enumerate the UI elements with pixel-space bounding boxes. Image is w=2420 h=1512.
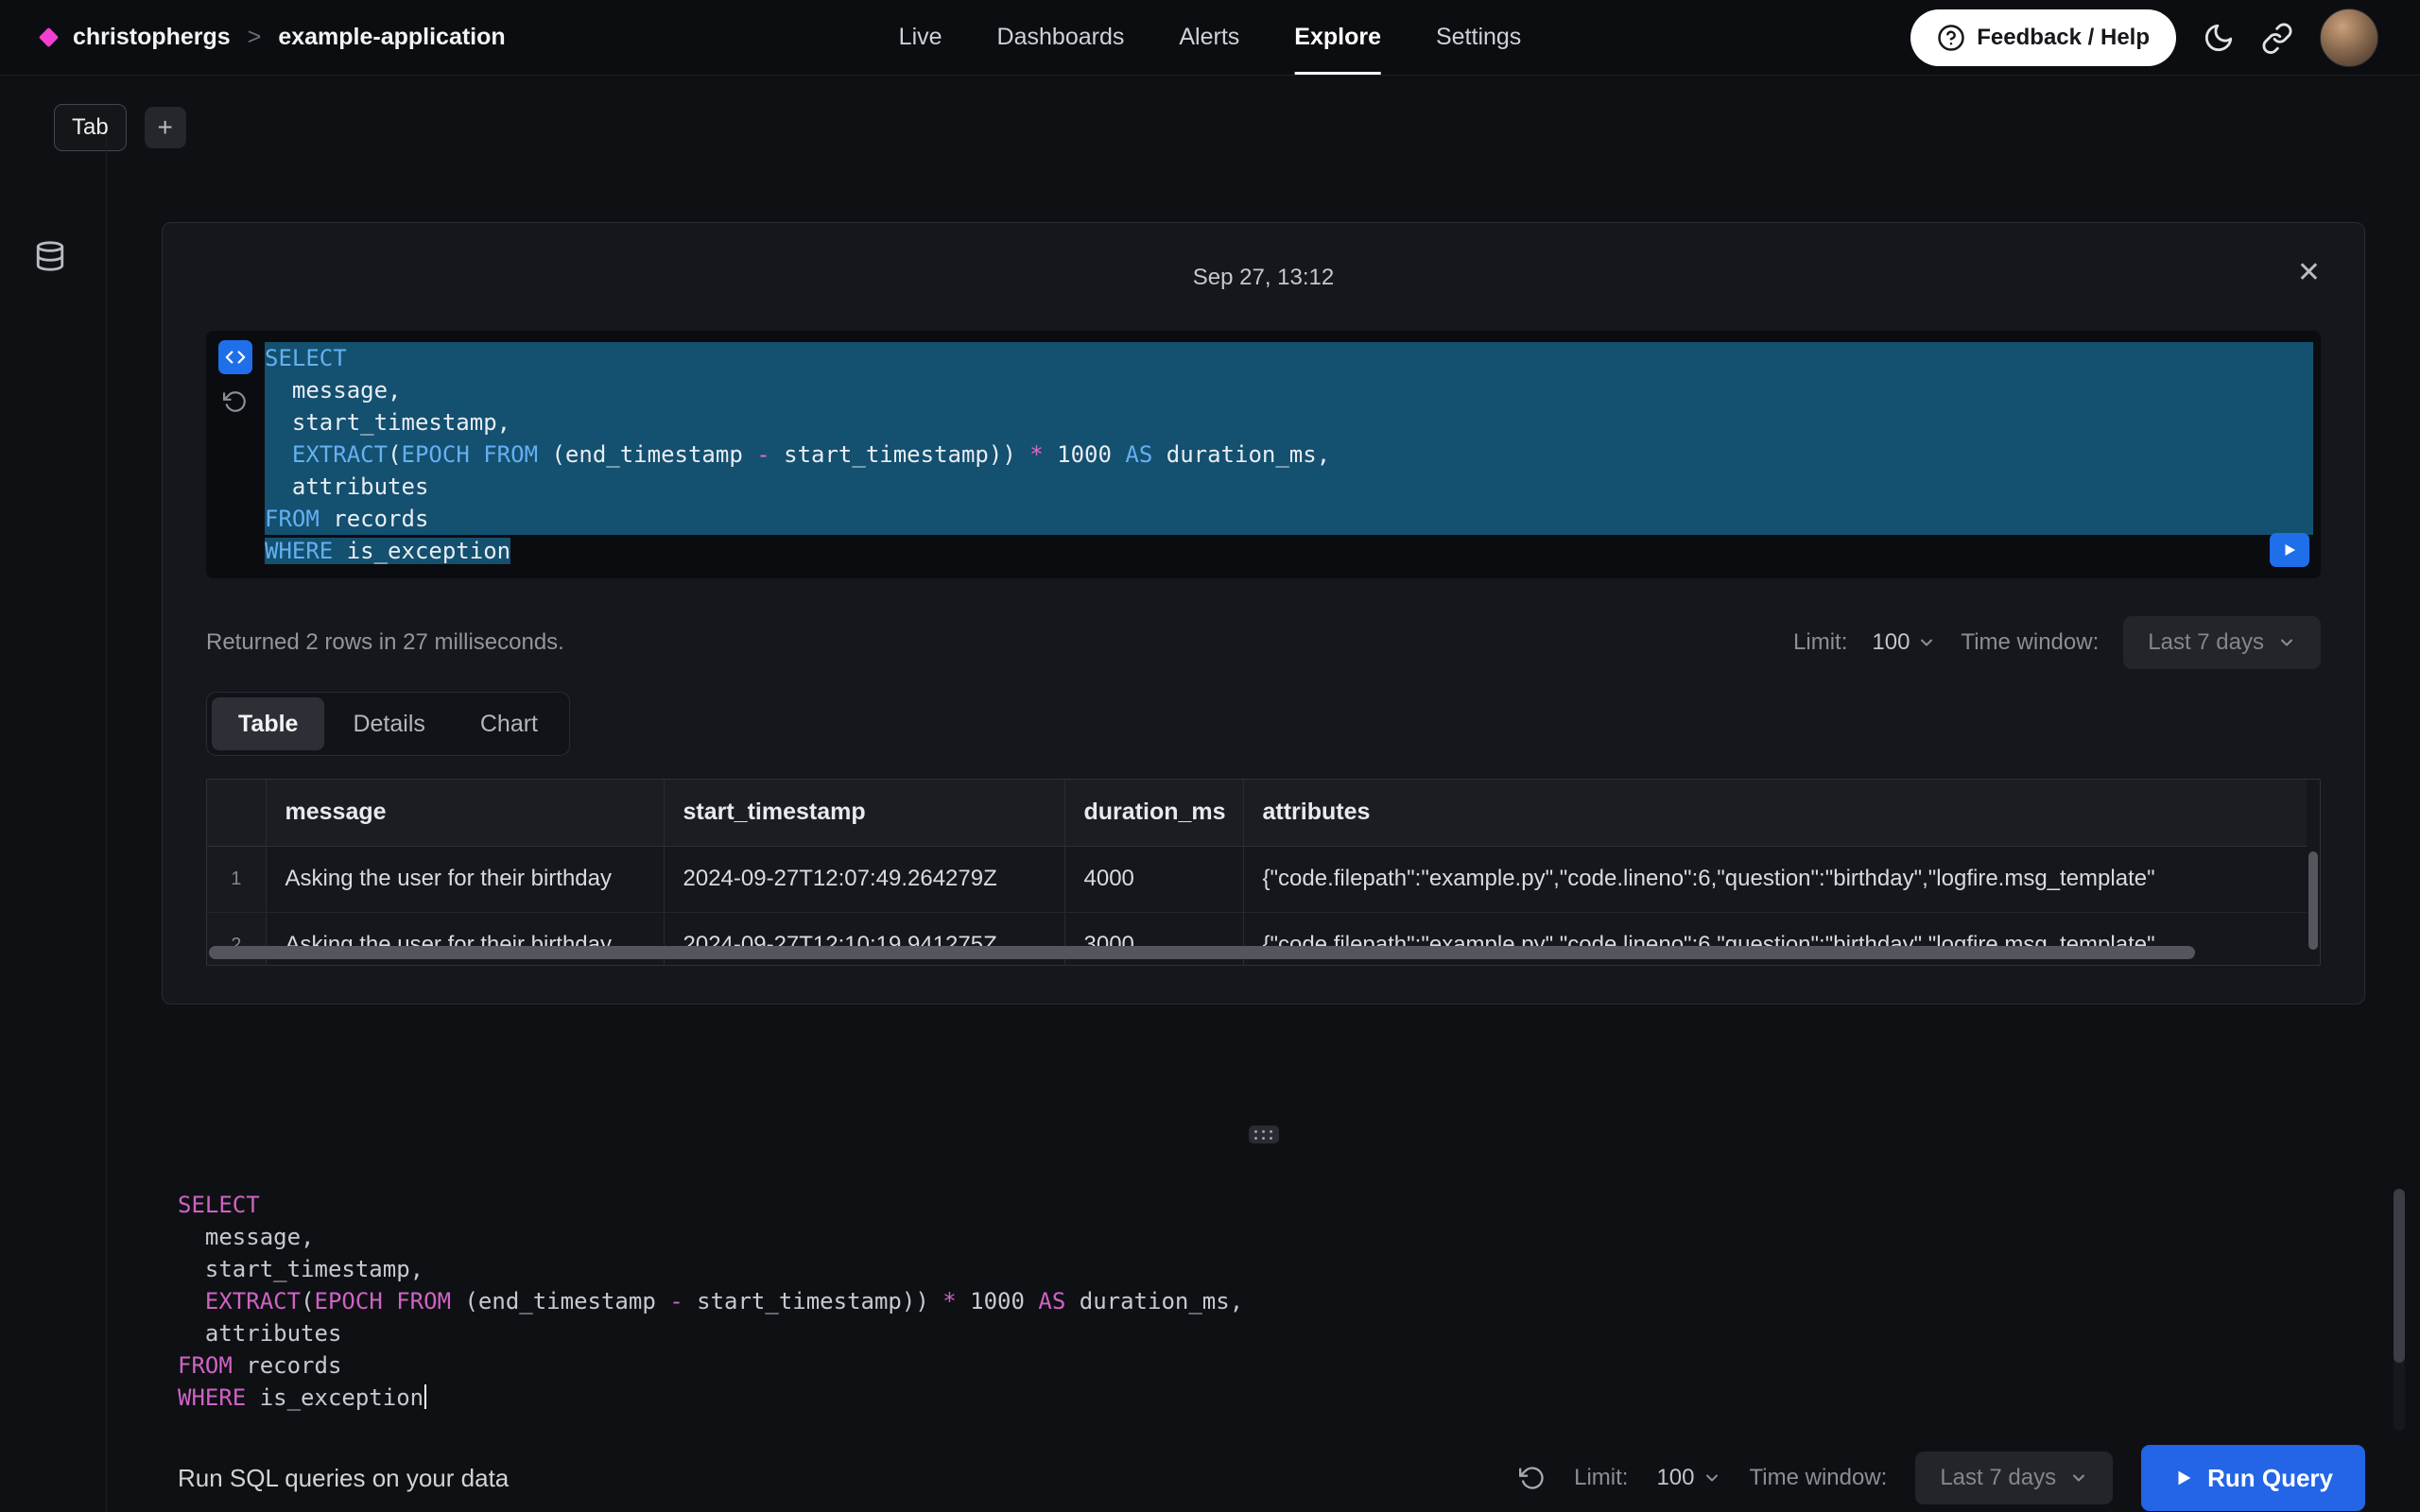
- time-window-button[interactable]: Last 7 days: [1915, 1452, 2113, 1504]
- row-number: 1: [207, 846, 266, 912]
- view-tab-details[interactable]: Details: [326, 697, 451, 750]
- nav-item-explore[interactable]: Explore: [1294, 0, 1381, 75]
- grip-dots-icon: [1254, 1130, 1257, 1133]
- cell-message: Asking the user for their birthday: [266, 846, 664, 912]
- chevron-down-icon: [2069, 1469, 2088, 1487]
- limit-label: Limit:: [1793, 629, 1847, 656]
- play-icon: [2281, 541, 2298, 558]
- help-circle-icon: [1937, 24, 1965, 52]
- sql-editor[interactable]: SELECT message, start_timestamp, EXTRACT…: [162, 1189, 2365, 1425]
- result-view-tabs: TableDetailsChart: [206, 692, 570, 756]
- query-history-button[interactable]: [223, 389, 248, 414]
- history-button[interactable]: [1519, 1465, 1546, 1491]
- view-tab-table[interactable]: Table: [212, 697, 324, 750]
- column-header-attributes: attributes: [1243, 780, 2307, 846]
- query-tabs-bar: Tab +: [54, 104, 2420, 151]
- cell-attributes: {"code.filepath":"example.py","code.line…: [1243, 846, 2307, 912]
- result-timestamp: Sep 27, 13:12: [1193, 265, 1334, 291]
- time-window-value: Last 7 days: [1940, 1465, 2056, 1491]
- chevron-down-icon: [1703, 1469, 1721, 1487]
- history-icon: [223, 389, 248, 414]
- editor-scrollbar-thumb[interactable]: [2394, 1189, 2405, 1363]
- share-link-button[interactable]: [2261, 22, 2293, 54]
- sql-query-text[interactable]: SELECT message, start_timestamp, EXTRACT…: [265, 331, 2321, 578]
- feedback-help-button[interactable]: Feedback / Help: [1910, 9, 2176, 66]
- moon-icon: [2203, 22, 2235, 54]
- nav-item-settings[interactable]: Settings: [1436, 0, 1521, 75]
- query-result-card: Sep 27, 13:12 ✕ SELECT message, start_ti…: [162, 222, 2365, 1005]
- schema-browser-button[interactable]: [34, 240, 66, 272]
- editor-scrollbar: [2394, 1189, 2405, 1431]
- close-icon: ✕: [2297, 257, 2321, 288]
- limit-select[interactable]: 100: [1656, 1465, 1720, 1491]
- breadcrumb-separator: >: [248, 24, 262, 51]
- code-icon: [225, 347, 246, 368]
- nav-item-dashboards[interactable]: Dashboards: [997, 0, 1125, 75]
- close-result-button[interactable]: ✕: [2297, 259, 2321, 287]
- column-header-duration_ms: duration_ms: [1064, 780, 1243, 846]
- table-row[interactable]: 1Asking the user for their birthday2024-…: [207, 846, 2307, 912]
- run-bar: Run SQL queries on your data Limit: 100 …: [162, 1442, 2365, 1512]
- link-icon: [2261, 22, 2293, 54]
- code-toggle-button[interactable]: [218, 340, 252, 374]
- add-tab-button[interactable]: +: [145, 107, 186, 148]
- history-icon: [1519, 1465, 1546, 1491]
- breadcrumb-org[interactable]: christophergs: [73, 24, 231, 51]
- editor-hint: Run SQL queries on your data: [162, 1464, 509, 1493]
- dark-mode-toggle[interactable]: [2203, 22, 2235, 54]
- rerun-query-button[interactable]: [2270, 533, 2309, 567]
- time-window-value: Last 7 days: [2148, 629, 2264, 656]
- horizontal-scrollbar[interactable]: [209, 946, 2195, 959]
- splitter-handle[interactable]: [1249, 1125, 1279, 1143]
- view-tab-chart[interactable]: Chart: [454, 697, 564, 750]
- cell-start_timestamp: 2024-09-27T12:07:49.264279Z: [664, 846, 1064, 912]
- row-number-column-header: [207, 780, 266, 846]
- result-table: messagestart_timestampduration_msattribu…: [207, 780, 2307, 966]
- left-rail: [0, 134, 107, 1512]
- time-window-button[interactable]: Last 7 days: [2123, 616, 2321, 669]
- vertical-scrollbar[interactable]: [2308, 851, 2318, 950]
- time-window-label: Time window:: [1961, 629, 2099, 656]
- limit-select[interactable]: 100: [1872, 629, 1936, 656]
- sql-editor-text[interactable]: SELECT message, start_timestamp, EXTRACT…: [162, 1189, 2365, 1414]
- run-query-button[interactable]: Run Query: [2141, 1445, 2365, 1511]
- chevron-down-icon: [2277, 633, 2296, 652]
- nav-item-alerts[interactable]: Alerts: [1179, 0, 1239, 75]
- sql-code-display: SELECT message, start_timestamp, EXTRACT…: [206, 331, 2321, 578]
- user-avatar[interactable]: [2320, 9, 2378, 67]
- breadcrumb-project[interactable]: example-application: [278, 24, 505, 51]
- text-cursor: [424, 1384, 426, 1409]
- column-header-message: message: [266, 780, 664, 846]
- run-query-label: Run Query: [2207, 1464, 2333, 1493]
- column-header-start_timestamp: start_timestamp: [664, 780, 1064, 846]
- code-gutter: [206, 331, 265, 578]
- top-bar: christophergs > example-application Live…: [0, 0, 2420, 76]
- run-controls: Limit: 100 Time window: Last 7 days Run …: [1519, 1445, 2365, 1511]
- chevron-down-icon: [1917, 633, 1936, 652]
- database-icon: [34, 240, 66, 272]
- limit-value: 100: [1656, 1465, 1694, 1491]
- feedback-help-label: Feedback / Help: [1977, 25, 2150, 51]
- header-actions: Feedback / Help: [1910, 9, 2378, 67]
- breadcrumb: christophergs > example-application: [42, 24, 506, 51]
- nav-item-live[interactable]: Live: [899, 0, 942, 75]
- time-window-label: Time window:: [1750, 1465, 1888, 1491]
- logfire-logo-icon[interactable]: [39, 27, 59, 47]
- main-nav: Live Dashboards Alerts Explore Settings: [899, 0, 1522, 75]
- limit-label: Limit:: [1574, 1465, 1628, 1491]
- limit-value: 100: [1872, 629, 1910, 656]
- result-table-container: messagestart_timestampduration_msattribu…: [206, 779, 2321, 966]
- play-icon: [2173, 1468, 2194, 1488]
- result-controls: Limit: 100 Time window: Last 7 days: [1793, 616, 2321, 669]
- result-status: Returned 2 rows in 27 milliseconds.: [206, 629, 564, 656]
- cell-duration_ms: 4000: [1064, 846, 1243, 912]
